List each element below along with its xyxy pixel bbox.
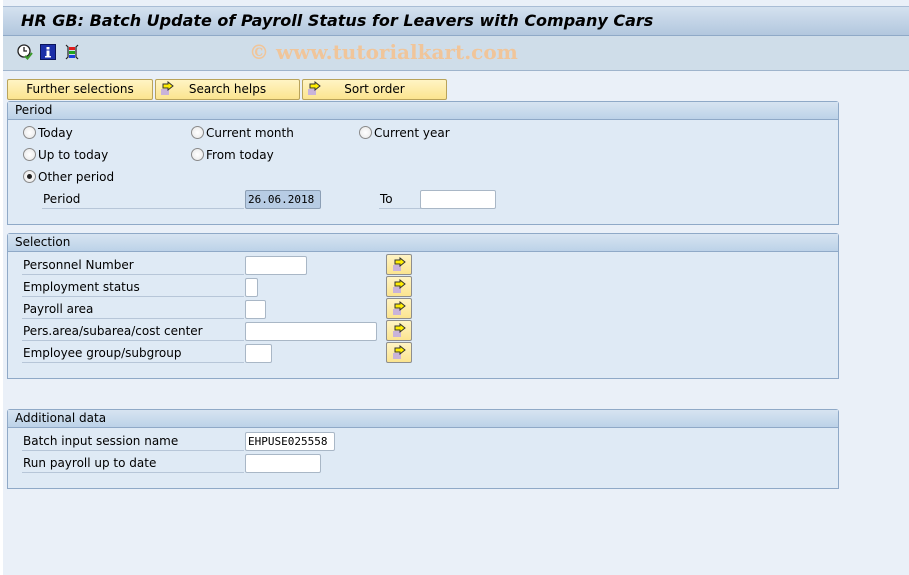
- employment-status-multiple-selection-button[interactable]: [386, 276, 412, 297]
- employment-status-input[interactable]: [245, 278, 258, 297]
- pers-area-multiple-selection-button[interactable]: [386, 320, 412, 341]
- period-group-header: Period: [8, 102, 838, 120]
- run-payroll-date-input[interactable]: [245, 454, 321, 473]
- radio-current-month[interactable]: Current month: [191, 124, 294, 142]
- personnel-number-label: Personnel Number: [22, 255, 244, 275]
- personnel-number-input[interactable]: [245, 256, 307, 275]
- radio-today-label: Today: [38, 126, 73, 140]
- employee-group-label: Employee group/subgroup: [22, 343, 244, 363]
- radio-current-year[interactable]: Current year: [359, 124, 450, 142]
- search-helps-button[interactable]: Search helps: [155, 79, 300, 100]
- further-selections-label: Further selections: [26, 82, 134, 96]
- multiple-selection-arrow-icon: [307, 80, 323, 103]
- payroll-area-input[interactable]: [245, 300, 266, 319]
- radio-current-year-label: Current year: [374, 126, 450, 140]
- selection-group-header: Selection: [8, 234, 838, 252]
- radio-other-period[interactable]: Other period: [23, 168, 114, 186]
- radio-today[interactable]: Today: [23, 124, 73, 142]
- multiple-selection-arrow-icon: [160, 80, 176, 103]
- window-left-edge: [0, 0, 3, 575]
- batch-session-name-label: Batch input session name: [22, 431, 244, 451]
- title-bar: HR GB: Batch Update of Payroll Status fo…: [3, 6, 909, 36]
- multiple-selection-arrow-icon: [393, 279, 406, 293]
- radio-up-to-today[interactable]: Up to today: [23, 146, 108, 164]
- period-to-label: To: [379, 189, 421, 209]
- selection-options-icon[interactable]: [64, 44, 80, 60]
- multiple-selection-arrow-icon: [393, 301, 406, 315]
- batch-session-name-input[interactable]: EHPUSE025558: [245, 432, 335, 451]
- radio-button-icon: [191, 148, 204, 161]
- selection-group: Selection Personnel Number Employment st…: [7, 233, 839, 379]
- period-to-input[interactable]: [420, 190, 496, 209]
- info-icon[interactable]: [40, 44, 56, 60]
- radio-button-icon: [23, 126, 36, 139]
- radio-button-icon: [191, 126, 204, 139]
- multiple-selection-arrow-icon: [393, 345, 406, 359]
- radio-button-icon: [23, 148, 36, 161]
- page-title: HR GB: Batch Update of Payroll Status fo…: [21, 11, 654, 30]
- execute-clock-icon[interactable]: [17, 44, 33, 60]
- employee-group-input[interactable]: [245, 344, 272, 363]
- run-payroll-date-label: Run payroll up to date: [22, 453, 244, 473]
- radio-other-period-label: Other period: [38, 170, 115, 184]
- payroll-area-multiple-selection-button[interactable]: [386, 298, 412, 319]
- pers-area-label: Pers.area/subarea/cost center: [22, 321, 244, 341]
- radio-up-to-today-label: Up to today: [38, 148, 109, 162]
- period-label: Period: [42, 189, 244, 209]
- personnel-number-multiple-selection-button[interactable]: [386, 254, 412, 275]
- additional-data-group-header: Additional data: [8, 410, 838, 428]
- period-from-input[interactable]: 26.06.2018: [245, 190, 321, 209]
- multiple-selection-arrow-icon: [393, 257, 406, 271]
- search-helps-label: Search helps: [188, 82, 267, 96]
- sort-order-button[interactable]: Sort order: [302, 79, 447, 100]
- radio-button-icon: [359, 126, 372, 139]
- pers-area-input[interactable]: [245, 322, 377, 341]
- employee-group-multiple-selection-button[interactable]: [386, 342, 412, 363]
- radio-from-today[interactable]: From today: [191, 146, 274, 164]
- watermark: © www.tutorialkart.com: [249, 40, 518, 64]
- radio-current-month-label: Current month: [206, 126, 294, 140]
- multiple-selection-arrow-icon: [393, 323, 406, 337]
- sort-order-label: Sort order: [344, 82, 405, 96]
- radio-from-today-label: From today: [206, 148, 274, 162]
- radio-button-selected-icon: [23, 170, 36, 183]
- additional-data-group: Additional data Batch input session name…: [7, 409, 839, 489]
- payroll-area-label: Payroll area: [22, 299, 244, 319]
- application-toolbar: © www.tutorialkart.com: [3, 36, 909, 71]
- further-selections-button[interactable]: Further selections: [7, 79, 153, 100]
- employment-status-label: Employment status: [22, 277, 244, 297]
- period-group: Period Today Current month Current year …: [7, 101, 839, 225]
